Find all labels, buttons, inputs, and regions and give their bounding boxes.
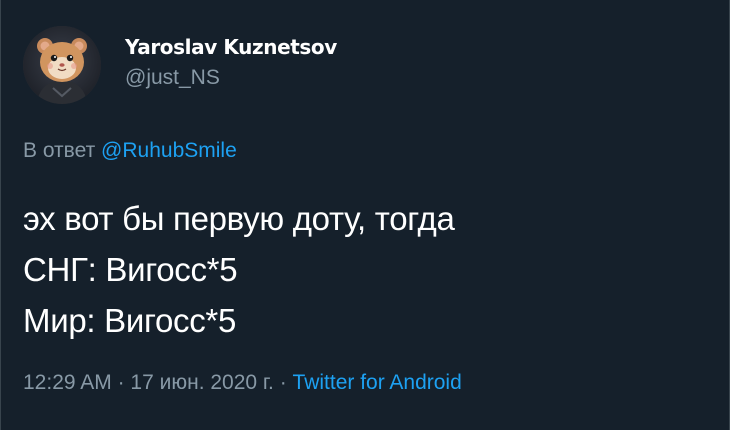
reply-prefix: В ответ — [23, 139, 96, 162]
tweet-card: Yaroslav Kuznetsov @just_NS В ответ @Ruh… — [0, 0, 730, 430]
author-handle[interactable]: @just_NS — [125, 64, 337, 92]
hamster-avatar-icon — [23, 26, 101, 104]
reply-mention-link[interactable]: @RuhubSmile — [101, 139, 237, 162]
reply-context: В ответ @RuhubSmile — [23, 137, 237, 165]
tweet-date[interactable]: 17 июн. 2020 г. — [130, 371, 273, 394]
meta-separator: · — [117, 371, 125, 394]
tweet-text: эх вот бы первую доту, тогда СНГ: Вигосс… — [23, 193, 455, 346]
author-display-name[interactable]: Yaroslav Kuznetsov — [125, 34, 337, 60]
meta-separator: · — [279, 371, 287, 394]
tweet-text-line: эх вот бы первую доту, тогда — [23, 200, 455, 237]
tweet-text-line: Мир: Вигосс*5 — [23, 302, 237, 339]
author-names: Yaroslav Kuznetsov @just_NS — [125, 34, 337, 92]
tweet-time[interactable]: 12:29 AM — [23, 371, 112, 394]
tweet-source-link[interactable]: Twitter for Android — [293, 371, 462, 394]
tweet-meta: 12:29 AM · 17 июн. 2020 г. · Twitter for… — [23, 369, 462, 397]
tweet-text-line: СНГ: Вигосс*5 — [23, 251, 238, 288]
tweet-header: Yaroslav Kuznetsov @just_NS — [23, 22, 337, 108]
avatar[interactable] — [23, 26, 101, 104]
